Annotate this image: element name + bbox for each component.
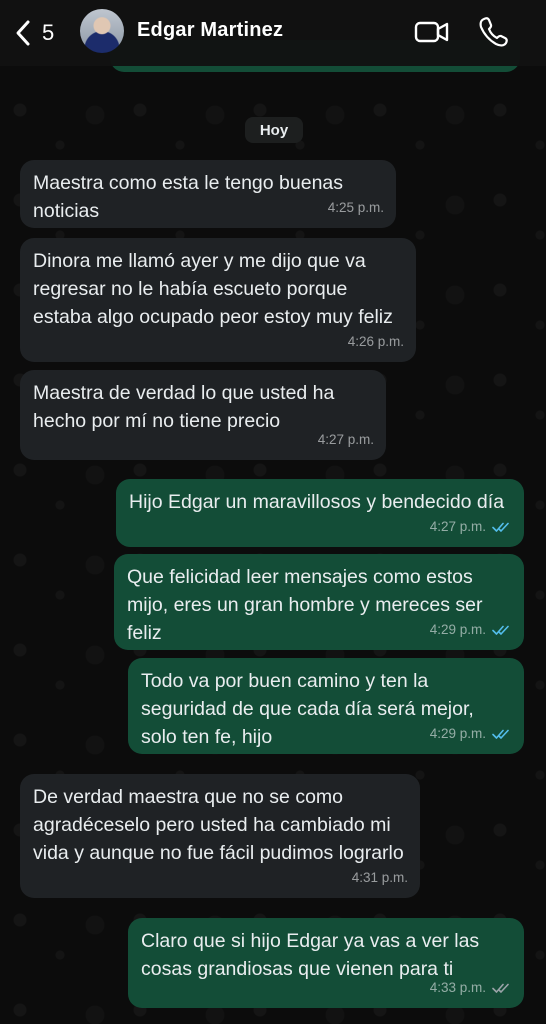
read-ticks-icon (492, 729, 509, 739)
message-bubble-outgoing[interactable]: Que felicidad leer mensajes como estos m… (114, 554, 524, 650)
back-button[interactable]: 5 (14, 17, 64, 49)
delivered-ticks-icon (492, 983, 509, 993)
message-bubble-incoming[interactable]: Dinora me llamó ayer y me dijo que va re… (20, 238, 416, 362)
message-bubble-incoming[interactable]: Maestra de verdad lo que usted ha hecho … (20, 370, 386, 460)
message-time: 4:33 p.m. (429, 980, 486, 995)
read-ticks-icon (492, 522, 509, 532)
message-bubble-incoming[interactable]: Maestra como esta le tengo buenas notici… (20, 160, 396, 228)
message-text: Dinora me llamó ayer y me dijo que va re… (33, 250, 393, 328)
message-bubble-outgoing[interactable]: Hijo Edgar un maravillosos y bendecido d… (116, 479, 524, 547)
chat-header: 5 Edgar Martinez (0, 0, 546, 66)
message-time: 4:29 p.m. (429, 726, 486, 741)
contact-name[interactable]: Edgar Martinez (137, 19, 283, 42)
message-bubble-incoming[interactable]: De verdad maestra que no se como agradéc… (20, 774, 420, 898)
message-text: De verdad maestra que no se como agradéc… (33, 786, 404, 864)
message-time: 4:27 p.m. (429, 519, 486, 534)
message-bubble-outgoing[interactable]: Todo va por buen camino y ten la segurid… (128, 658, 524, 754)
message-time: 4:27 p.m. (317, 432, 374, 447)
video-camera-icon (414, 21, 449, 43)
message-time: 4:25 p.m. (327, 200, 384, 215)
message-time: 4:29 p.m. (429, 622, 486, 637)
phone-icon (479, 17, 508, 47)
message-time: 4:26 p.m. (347, 334, 404, 349)
message-bubble-outgoing[interactable]: Claro que si hijo Edgar ya vas a ver las… (128, 918, 524, 1008)
avatar[interactable] (80, 9, 124, 53)
read-ticks-icon (492, 625, 509, 635)
chevron-left-icon (16, 20, 30, 46)
unread-count: 5 (42, 20, 55, 45)
message-time: 4:31 p.m. (351, 870, 408, 885)
message-text: Hijo Edgar un maravillosos y bendecido d… (129, 491, 505, 513)
voice-call-button[interactable] (478, 15, 508, 47)
video-call-button[interactable] (414, 18, 450, 46)
date-separator: Hoy (245, 117, 303, 143)
